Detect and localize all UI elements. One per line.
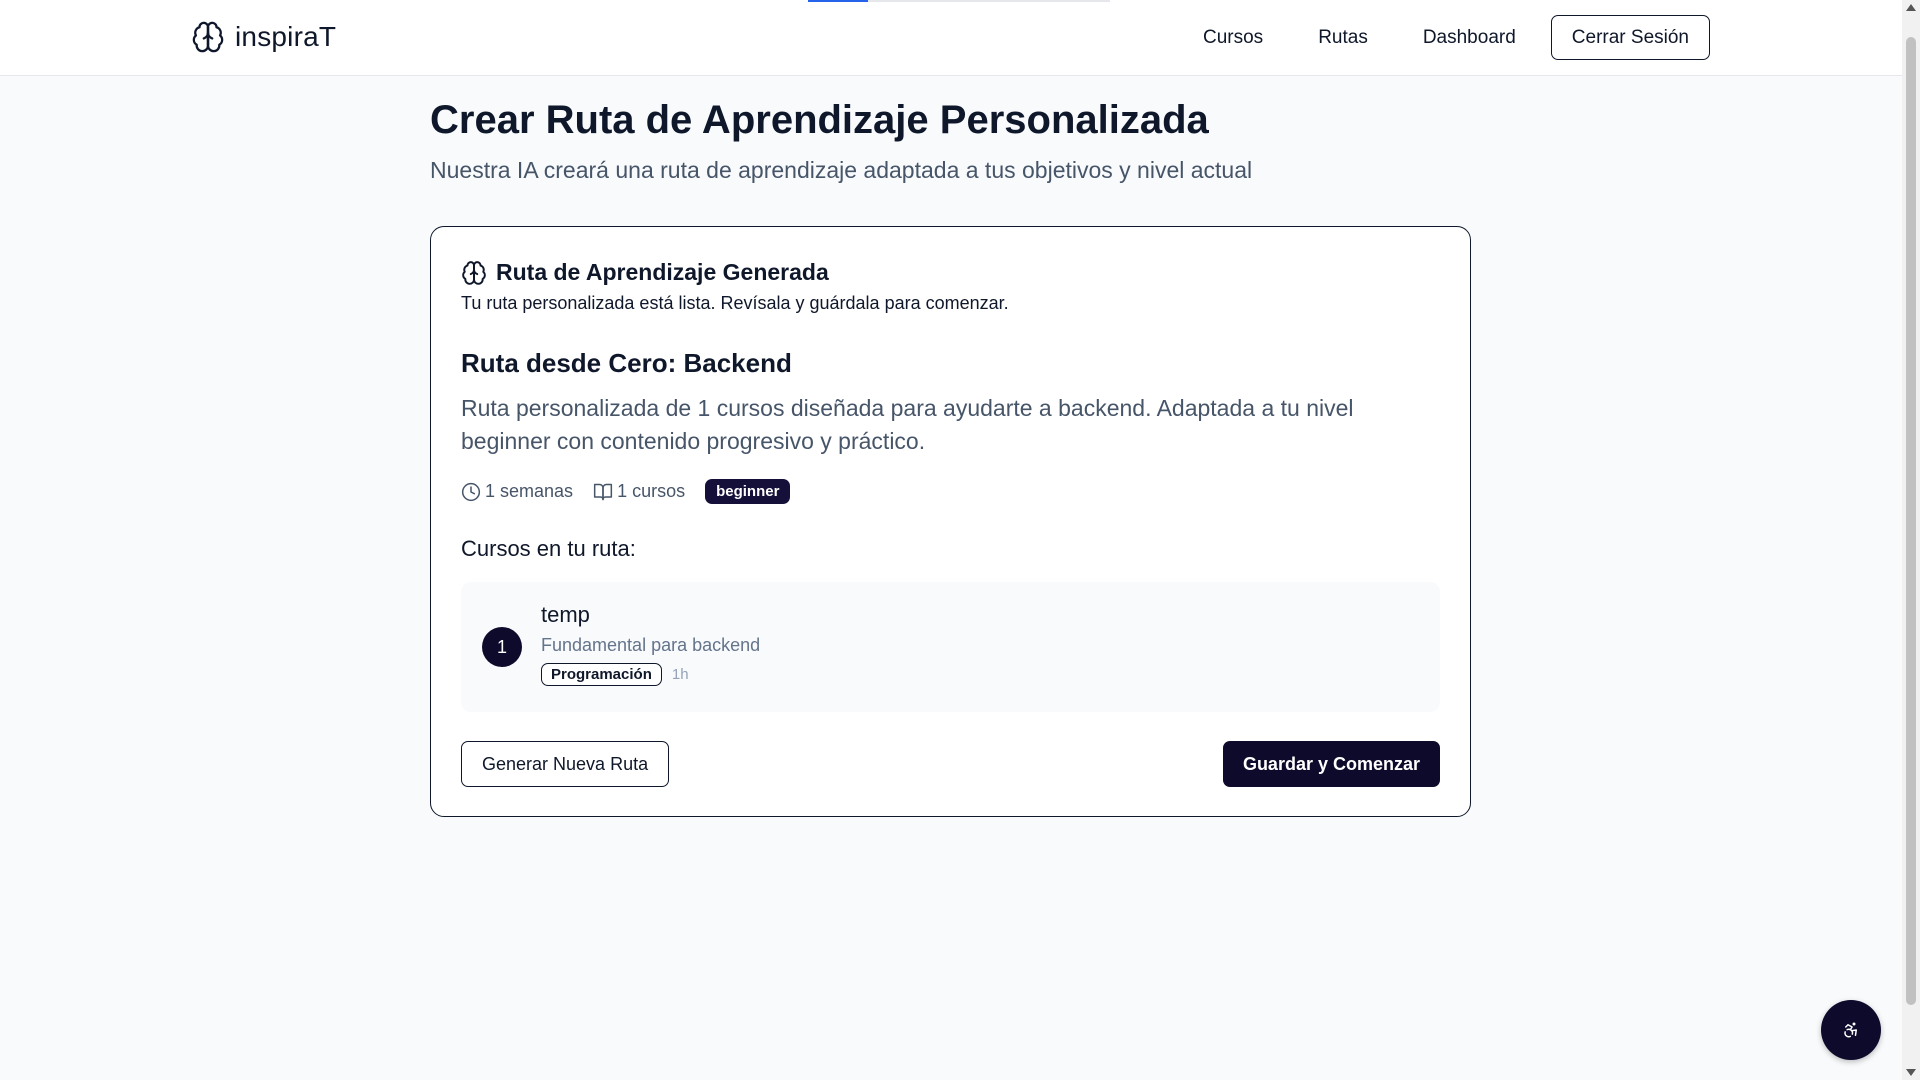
scrollbar-thumb[interactable]	[1906, 37, 1916, 1005]
card-header: Ruta de Aprendizaje Generada	[461, 259, 829, 286]
loading-bar	[808, 0, 1110, 2]
duration-text: 1 semanas	[485, 481, 574, 501]
course-category-badge: Programación	[541, 663, 662, 686]
logout-button[interactable]: Cerrar Sesión	[1550, 15, 1710, 60]
nav-cursos[interactable]: Cursos	[1203, 27, 1263, 49]
page-title: Crear Ruta de Aprendizaje Personalizada	[430, 98, 1209, 142]
nav-rutas[interactable]: Rutas	[1318, 27, 1368, 49]
card-title: Ruta de Aprendizaje Generada	[496, 259, 829, 285]
route-description: Ruta personalizada de 1 cursos diseñada …	[461, 395, 1354, 454]
book-open-icon	[593, 483, 613, 500]
card-description: Tu ruta personalizada está lista. Revísa…	[461, 293, 1009, 313]
main-nav: Cursos Rutas Dashboard Cerrar Sesión	[1203, 15, 1710, 60]
nav-dashboard[interactable]: Dashboard	[1423, 27, 1516, 49]
course-tags: Programación 1h	[541, 663, 689, 686]
course-duration: 1h	[671, 666, 689, 683]
course-subtitle: Fundamental para backend	[541, 635, 761, 655]
route-courses-count: 1 cursos	[593, 481, 685, 502]
level-badge: beginner	[705, 479, 791, 504]
courses-heading: Cursos en tu ruta:	[461, 536, 636, 561]
scroll-up-arrow-icon[interactable]	[1906, 4, 1916, 11]
accessibility-icon	[1844, 1022, 1857, 1038]
brand-logo[interactable]: inspiraT	[191, 19, 336, 55]
brand-name: inspiraT	[235, 21, 337, 52]
scroll-down-arrow-icon[interactable]	[1906, 1069, 1916, 1076]
app-viewport: inspiraT Cursos Rutas Dashboard Cerrar S…	[0, 0, 1920, 1080]
course-list-item[interactable]: 1 temp Fundamental para backend Programa…	[461, 582, 1440, 712]
generate-new-route-button[interactable]: Generar Nueva Ruta	[461, 741, 670, 787]
course-title: temp	[541, 602, 590, 627]
route-duration: 1 semanas	[461, 481, 573, 502]
page-subtitle: Nuestra IA creará una ruta de aprendizaj…	[430, 157, 1253, 183]
top-navbar: inspiraT Cursos Rutas Dashboard Cerrar S…	[0, 0, 1902, 76]
save-and-start-button[interactable]: Guardar y Comenzar	[1222, 741, 1440, 787]
route-meta: 1 semanas 1 cursos beginner	[461, 479, 791, 504]
accessibility-button[interactable]	[1821, 1000, 1881, 1060]
loading-bar-fill	[808, 0, 869, 2]
page-scrollbar[interactable]	[1902, 0, 1920, 1080]
brain-icon	[462, 260, 486, 285]
clock-icon	[461, 482, 481, 501]
course-number: 1	[482, 627, 522, 667]
generated-route-card: Ruta de Aprendizaje Generada Tu ruta per…	[430, 226, 1471, 817]
brain-icon	[192, 21, 224, 53]
courses-count-text: 1 cursos	[617, 481, 686, 501]
route-name: Ruta desde Cero: Backend	[461, 348, 792, 378]
